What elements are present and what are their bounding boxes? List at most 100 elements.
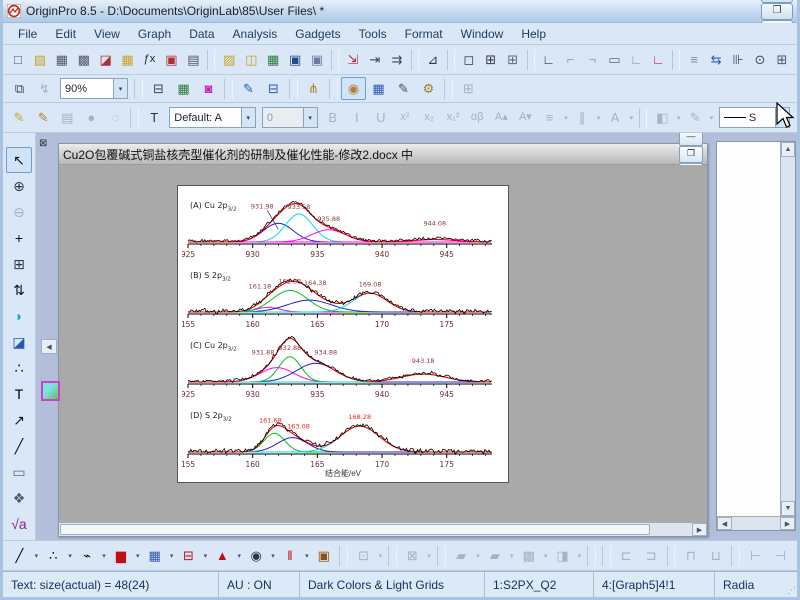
polar-plot-dropdown-icon[interactable]: ▾ [269,552,278,560]
graph-window-hscrollbar[interactable]: ▶ [59,522,707,536]
menu-tools[interactable]: Tools [350,25,396,43]
vertical-text-button-dropdown-icon[interactable]: ▾ [594,114,603,122]
duplicate-batch-icon[interactable]: ⧉ [7,77,32,100]
line-tool-icon[interactable]: ╱ [6,433,32,459]
selection-on-plot-icon[interactable]: ◗ [6,303,32,329]
scroll-up-icon[interactable]: ▲ [781,142,795,157]
zoom-in-tool-icon[interactable]: ⊕ [6,173,32,199]
new-table-icon[interactable]: ▦ [117,48,139,71]
arrow-tool-icon[interactable]: ↗ [6,407,32,433]
text-tool-icon[interactable]: T [6,381,32,407]
layer-lines-icon[interactable]: ≡ [683,48,705,71]
rectangle-tool-icon[interactable]: ▭ [6,459,32,485]
doc-minimize-button[interactable]: — [679,133,703,146]
scroll-right-icon[interactable]: ▶ [780,517,795,530]
edit-graph-icon[interactable]: ✎ [236,77,261,100]
data-reader-icon[interactable]: + [6,225,32,251]
font-combo[interactable]: Default: A ▾ [169,107,256,128]
scatter-plot-icon[interactable]: ∴ [41,544,66,567]
menu-file[interactable]: File [9,25,46,43]
screen-reader-icon[interactable]: ⊞ [6,251,32,277]
new-grid-icon[interactable]: ⊞ [771,48,793,71]
axes-inner-ticks-icon[interactable]: ∟ [625,48,647,71]
new-function-icon[interactable]: ƒx [139,48,161,71]
background-window[interactable]: ▲ ▼ ◀ ▶ [716,141,796,531]
combo-arrow-icon[interactable]: ▾ [240,108,255,127]
pointer-tool-icon[interactable]: ↖ [6,147,32,173]
template-plot-icon[interactable]: ▦ [142,544,167,567]
graph-window[interactable]: Cu2O包覆碱式铜盐核壳型催化剂的研制及催化性能-修改2.docx 中 —❐✕ … [58,133,708,537]
size-combo[interactable]: 0 ▾ [261,107,318,128]
axes-bottom-left-icon[interactable]: ∟ [538,48,560,71]
import-wizard-icon[interactable]: ⇲ [342,48,364,71]
axes-box-icon[interactable]: ▭ [603,48,625,71]
plot-3d-scatter-dropdown-icon[interactable]: ▾ [376,552,385,560]
new-graph-icon[interactable]: ◪ [95,48,117,71]
open-template-icon[interactable]: ◫ [240,48,262,71]
area-plot-dropdown-icon[interactable]: ▾ [235,552,244,560]
mask-tool-icon[interactable]: ◪ [6,329,32,355]
import-ascii-icon[interactable]: ⇥ [364,48,386,71]
zoom-combo[interactable]: 90% ▾ [60,78,128,99]
new-project-icon[interactable]: □ [7,48,29,71]
menu-view[interactable]: View [85,25,129,43]
graph-window-title-bar[interactable]: Cu2O包覆碱式铜盐核壳型催化剂的研制及催化性能-修改2.docx 中 —❐✕ [59,133,707,180]
scroll-left-icon[interactable]: ◀ [717,517,732,530]
template-plot-dropdown-icon[interactable]: ▾ [167,552,176,560]
plot-3d-bars-dropdown-icon[interactable]: ▾ [507,552,516,560]
slideshow-icon[interactable]: ▦ [171,77,196,100]
doc-restore-button[interactable]: ❐ [679,145,703,163]
rescale-bc-icon[interactable]: ⇆ [705,48,727,71]
polar-plot-icon[interactable]: ◉ [244,544,269,567]
combo-arrow-icon[interactable]: ▾ [302,108,317,127]
axes-top-icon[interactable]: ⌐ [560,48,582,71]
open-folder-icon[interactable]: ▨ [218,48,240,71]
open-excel-icon[interactable]: ▦ [262,48,284,71]
docked-close-icon[interactable]: ⊠ [39,138,47,149]
matrix-plot-dropdown-icon[interactable]: ▾ [541,552,550,560]
print-icon[interactable]: ⊟ [146,77,171,100]
side-vscrollbar[interactable]: ▲ ▼ [780,142,795,516]
column-plot-icon[interactable]: ▆ [108,544,133,567]
menu-analysis[interactable]: Analysis [224,25,287,43]
edit-object-icon[interactable]: ✎ [31,106,55,129]
edit-pencil-icon[interactable]: ✎ [7,106,31,129]
scroll-down-icon[interactable]: ▼ [781,501,795,516]
font-color-button-dropdown-icon[interactable]: ▾ [627,114,636,122]
recalculate-clock-icon[interactable]: ⊙ [749,48,771,71]
menu-window[interactable]: Window [452,25,513,43]
column-stats-icon[interactable]: ⊪ [727,48,749,71]
draw-data-icon[interactable]: ∴ [6,355,32,381]
line-symbol-plot-icon[interactable]: ⌁ [75,544,100,567]
stock-plot-dropdown-icon[interactable]: ▾ [302,552,311,560]
scatter-plot-dropdown-icon[interactable]: ▾ [66,552,75,560]
plot-3d-surface-dropdown-icon[interactable]: ▾ [474,552,483,560]
box-plot-dropdown-icon[interactable]: ▾ [201,552,210,560]
zoom-all-icon[interactable]: ◉ [341,77,366,100]
new-workbook-icon[interactable]: ▦ [51,48,73,71]
area-plot-icon[interactable]: ▲ [210,544,235,567]
menu-format[interactable]: Format [396,25,452,43]
image-export-icon[interactable]: ◙ [196,77,221,100]
line-plot-dropdown-icon[interactable]: ▾ [32,552,41,560]
restore-button[interactable]: ❐ [761,2,793,20]
side-hscrollbar[interactable]: ◀ ▶ [717,516,795,530]
view-datasheet-icon[interactable]: ▦ [366,77,391,100]
scroll-right-icon[interactable]: ▶ [692,523,707,536]
plot-3d-wireframe-dropdown-icon[interactable]: ▾ [425,552,434,560]
new-layout-icon[interactable]: ▣ [160,48,182,71]
pan-tool-icon[interactable]: ❖ [6,485,32,511]
axes-arrow-icon[interactable]: ∟ [647,48,669,71]
import-multiple-ascii-icon[interactable]: ⇉ [386,48,408,71]
save-project-icon[interactable]: ▣ [284,48,306,71]
layout-single-panel-icon[interactable]: ◻ [458,48,480,71]
stock-plot-icon[interactable]: ‖ [278,544,303,567]
line-symbol-plot-dropdown-icon[interactable]: ▾ [99,552,108,560]
layer-contents-icon[interactable]: ⊟ [261,77,286,100]
layout-nine-panel-icon[interactable]: ⊞ [502,48,524,71]
font-icon[interactable]: T [142,106,166,129]
new-notes-icon[interactable]: ▤ [182,48,204,71]
menu-gadgets[interactable]: Gadgets [286,25,349,43]
options-gear-icon[interactable]: ⚙ [416,77,441,100]
hscroll-thumb[interactable] [60,524,650,535]
